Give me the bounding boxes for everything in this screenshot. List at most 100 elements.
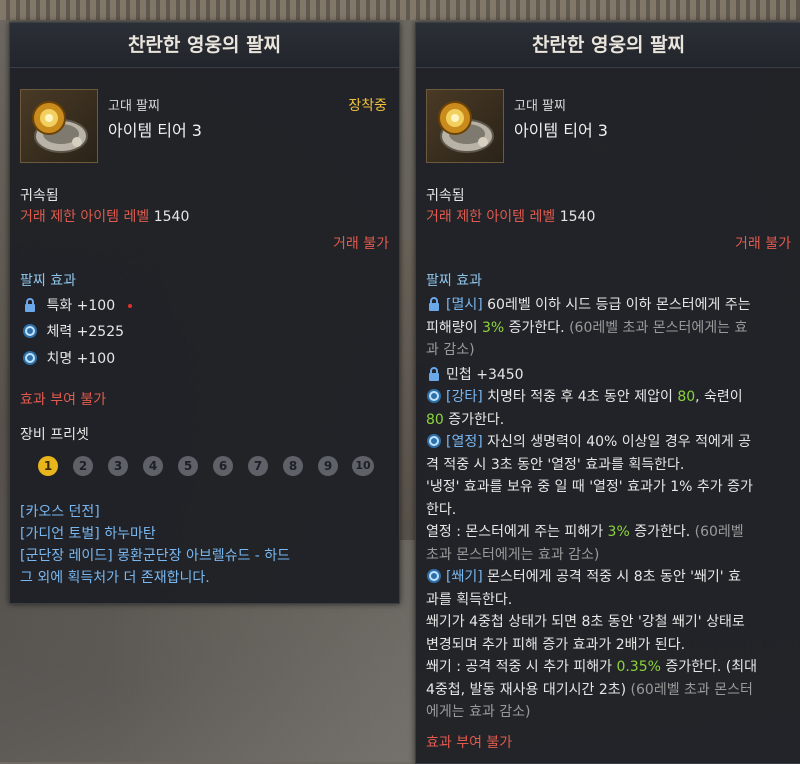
effect-text: 4중첩, 발동 재사용 대기시간 2초) [426, 681, 627, 698]
effect-text: 피해량이 [426, 319, 482, 336]
effect-text: 열정 : 몬스터에게 주는 피해가 [426, 524, 608, 540]
effect-text: 쐐기가 4중첩 상태가 되면 8초 동안 '강철 쐐기' 상태로 [426, 614, 745, 630]
effect-line: [열정] 자신의 생명력이 40% 이상일 경우 적에게 공 [426, 431, 791, 454]
effect-text: , 숙련이 [695, 389, 743, 405]
effect-text: 60레벨 이하 시드 등급 이하 몬스터에게 주는 [482, 297, 751, 313]
trade-level-value: 1540 [153, 209, 190, 225]
effect-tag: [강타] [446, 389, 483, 405]
effect-text: 민첩 +3450 [446, 366, 524, 383]
effect-value: 80 [426, 411, 444, 428]
effect-text: 증가한다. [504, 319, 565, 336]
effect-row: 체력 +2525 [22, 323, 124, 341]
source-guardian-raid: [가디언 토벌] 하누마탄 [20, 526, 156, 542]
alert-dot-icon [127, 304, 132, 308]
effect-value: 80 [677, 389, 696, 405]
swirl-icon [426, 433, 442, 449]
effect-text: 변경되며 추가 피해 증가 효과가 2배가 된다. [426, 636, 686, 653]
equipped-badge: 장착중 [348, 98, 387, 114]
effect-text: 치명 +100 [46, 351, 116, 367]
item-grade: 고대 팔찌 [108, 99, 160, 114]
effect-tag: [쐐기] [446, 569, 483, 585]
effect-line: 쐐기 : 공격 적중 시 추가 피해가 0.35% 증가한다. (최대 [426, 656, 791, 679]
swirl-icon [426, 568, 442, 584]
item-header: 고대 팔찌 아이템 티어 3 장착중 [20, 89, 389, 163]
effect-description: [멸시] 60레벨 이하 시드 등급 이하 몬스터에게 주는 피해량이 3% 증… [426, 294, 791, 754]
effect-tag: [열정] [446, 434, 483, 450]
preset-3[interactable]: 3 [108, 456, 128, 476]
preset-1[interactable]: 1 [38, 456, 58, 476]
effect-note: 에게는 효과 감소) [426, 704, 531, 720]
effect-text: 증가한다. (최대 [660, 659, 758, 675]
effect-note: (60레벨 초과 몬스터 [626, 681, 753, 698]
source-more: 그 외에 획득처가 더 존재합니다. [20, 570, 210, 586]
trade-level: 거래 제한 아이템 레벨 1540 [426, 208, 595, 226]
effect-text: '냉정' 효과를 보유 중 일 때 '열정' 효과가 1% 추가 증가 [426, 479, 753, 495]
trade-level-value: 1540 [559, 209, 596, 225]
effect-value: 3% [481, 319, 505, 336]
preset-8[interactable]: 8 [283, 456, 303, 476]
effect-section-title: 팔찌 효과 [426, 273, 482, 289]
bracelet-icon [20, 89, 98, 163]
no-enchant-label: 효과 부여 불가 [20, 392, 107, 408]
effect-line: [쐐기] 몬스터에게 공격 적중 시 8초 동안 '쐐기' 효 [426, 566, 791, 589]
effect-text: 체력 +2525 [46, 324, 125, 340]
effect-text: 증가한다. [629, 524, 691, 540]
preset-6[interactable]: 6 [213, 456, 233, 476]
item-name: 찬란한 영웅의 팔찌 [416, 23, 800, 68]
effect-line: [강타] 치명타 적중 후 4초 동안 제압이 80, 숙련이 [426, 386, 791, 409]
compared-item-tooltip: 찬란한 영웅의 팔찌 고대 팔찌 아이템 티어 3 귀속됨 거래 제한 아이템 … [415, 22, 800, 764]
equipped-item-tooltip: 찬란한 영웅의 팔찌 고대 팔찌 아이템 티어 3 장착중 귀속됨 거래 제한 … [9, 22, 400, 604]
effect-line: 피해량이 3% 증가한다. (60레벨 초과 몬스터에게는 효 [426, 317, 791, 340]
lock-icon [22, 297, 38, 313]
preset-4[interactable]: 4 [143, 456, 163, 476]
effect-note: (60레벨 [690, 524, 744, 540]
trade-level-label: 거래 제한 아이템 레벨 [20, 209, 150, 225]
effect-text: 자신의 생명력이 40% 이상일 경우 적에게 공 [482, 434, 752, 450]
effect-value: 3% [607, 524, 630, 540]
source-chaos-dungeon: [카오스 던전] [20, 504, 100, 520]
effect-line: 4중첩, 발동 재사용 대기시간 2초) (60레벨 초과 몬스터 [426, 679, 791, 702]
preset-2[interactable]: 2 [73, 456, 93, 476]
bound-status: 귀속됨 [426, 188, 465, 204]
swirl-icon [426, 388, 442, 404]
effect-line: 민첩 +3450 [426, 364, 791, 387]
effect-text: 증가한다. [443, 411, 505, 428]
effect-value: 0.35% [616, 659, 661, 675]
effect-line: 80 증가한다. [426, 409, 791, 432]
background-fence [0, 0, 800, 20]
preset-7[interactable]: 7 [248, 456, 268, 476]
bound-status: 귀속됨 [20, 188, 59, 204]
lock-icon [426, 366, 442, 382]
item-name: 찬란한 영웅의 팔찌 [10, 23, 399, 68]
effect-text: 몬스터에게 공격 적중 시 8초 동안 '쐐기' 효 [482, 569, 741, 585]
effect-text: 격 적중 시 3초 동안 '열정' 효과를 획득한다. [426, 456, 685, 473]
trade-level: 거래 제한 아이템 레벨 1540 [20, 208, 189, 226]
effect-tag: [멸시] [446, 297, 483, 313]
preset-section-title: 장비 프리셋 [20, 427, 89, 443]
effect-note: 초과 몬스터에게는 효과 감소) [426, 546, 600, 563]
preset-9[interactable]: 9 [318, 456, 338, 476]
effect-row: 특화 +100 [22, 297, 132, 315]
item-tier: 아이템 티어 3 [108, 121, 202, 140]
effect-note: 과 감소) [426, 342, 475, 358]
item-tier: 아이템 티어 3 [514, 121, 608, 140]
effect-text: 쐐기 : 공격 적중 시 추가 피해가 [426, 659, 617, 675]
effect-text: 한다. [426, 501, 457, 518]
no-trade-label: 거래 불가 [333, 236, 389, 252]
effect-text: 치명타 적중 후 4초 동안 제압이 [482, 389, 678, 405]
swirl-icon [22, 350, 38, 366]
preset-5[interactable]: 5 [178, 456, 198, 476]
item-grade: 고대 팔찌 [514, 99, 566, 114]
source-legion-raid: [군단장 레이드] 몽환군단장 아브렐슈드 - 하드 [20, 548, 291, 564]
no-enchant-label: 효과 부여 불가 [426, 734, 513, 751]
bracelet-icon [426, 89, 504, 163]
effect-line: 열정 : 몬스터에게 주는 피해가 3% 증가한다. (60레벨 [426, 521, 791, 544]
no-trade-label: 거래 불가 [735, 236, 791, 252]
trade-level-label: 거래 제한 아이템 레벨 [426, 209, 556, 225]
effect-text: 과를 획득한다. [426, 591, 513, 608]
swirl-icon [22, 323, 38, 339]
preset-10[interactable]: 10 [352, 456, 374, 476]
effect-row: 치명 +100 [22, 350, 115, 368]
lock-icon [426, 296, 442, 312]
effect-text: 특화 +100 [46, 298, 116, 314]
